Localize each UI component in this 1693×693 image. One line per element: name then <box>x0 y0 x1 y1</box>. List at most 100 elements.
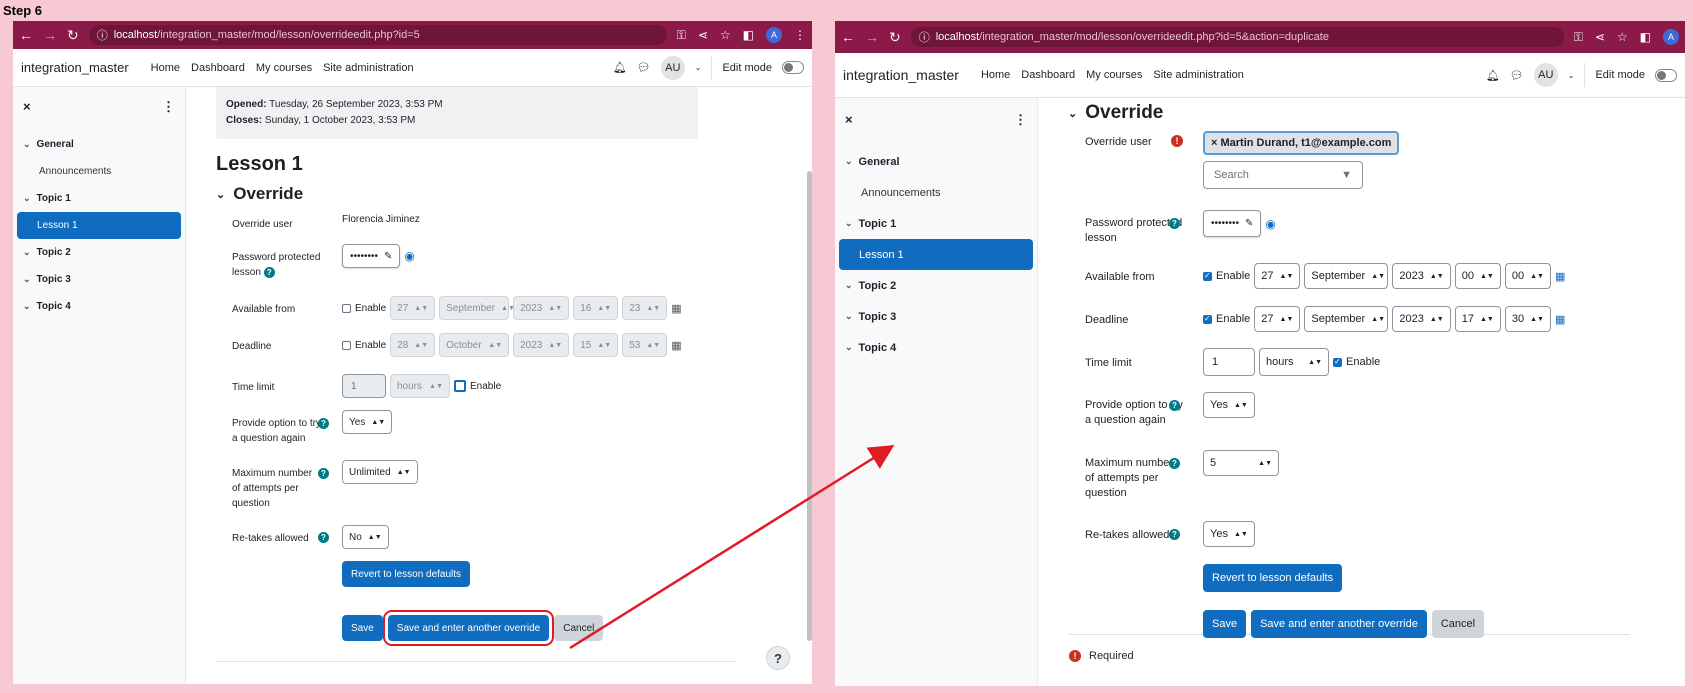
drawer-item-lesson-1[interactable]: Lesson 1 <box>839 239 1033 270</box>
reveal-password-icon[interactable]: ◉ <box>1265 217 1275 231</box>
deadline-enable-checkbox[interactable] <box>342 340 351 350</box>
max-attempts-select[interactable]: Unlimited ▲▼ <box>342 460 418 484</box>
time-limit-input[interactable]: 1 <box>1203 348 1255 376</box>
deadline-minute-select[interactable]: 53 ▲▼ <box>622 333 668 357</box>
drawer-section-general[interactable]: ⌄ General <box>13 131 185 158</box>
revert-defaults-button[interactable]: Revert to lesson defaults <box>342 561 471 587</box>
sidepanel-icon[interactable]: ◧ <box>1640 30 1651 44</box>
available-year-select[interactable]: 2023 ▲▼ <box>1392 263 1451 289</box>
available-day-select[interactable]: 27 ▲▼ <box>390 296 436 320</box>
time-limit-enable-checkbox[interactable] <box>1333 357 1342 367</box>
drawer-options-icon[interactable]: ⋮ <box>1014 112 1027 128</box>
nav-dashboard[interactable]: Dashboard <box>1021 69 1075 81</box>
edit-mode-toggle[interactable] <box>782 61 804 74</box>
deadline-day-select[interactable]: 28 ▲▼ <box>390 333 436 357</box>
key-icon[interactable]: ⚿ <box>677 28 686 43</box>
calendar-icon[interactable]: ▦ <box>671 302 681 315</box>
chevron-down-icon[interactable]: ⌄ <box>695 63 702 72</box>
available-minute-select[interactable]: 23 ▲▼ <box>622 296 668 320</box>
save-button[interactable]: Save <box>1203 610 1247 638</box>
deadline-year-select[interactable]: 2023 ▲▼ <box>513 333 570 357</box>
site-brand[interactable]: integration_master <box>843 67 959 83</box>
pencil-icon[interactable]: ✎ <box>384 251 392 262</box>
revert-defaults-button[interactable]: Revert to lesson defaults <box>1203 564 1343 592</box>
retakes-select[interactable]: Yes ▲▼ <box>1203 521 1255 547</box>
address-bar[interactable]: ⓘ localhost/integration_master/mod/lesso… <box>88 25 667 45</box>
drawer-section-topic-3[interactable]: ⌄ Topic 3 <box>13 266 185 293</box>
pencil-icon[interactable]: ✎ <box>1245 218 1253 229</box>
deadline-day-select[interactable]: 27 ▲▼ <box>1254 306 1301 332</box>
help-icon[interactable]: ? <box>1169 218 1180 229</box>
notification-bell-icon[interactable]: 🔔︎ <box>613 61 627 74</box>
nav-home[interactable]: Home <box>981 69 1010 81</box>
available-day-select[interactable]: 27 ▲▼ <box>1254 263 1301 289</box>
close-drawer-icon[interactable]: × <box>845 112 853 128</box>
override-section-header[interactable]: ⌄ Override <box>1068 102 1628 124</box>
key-icon[interactable]: ⚿ <box>1574 30 1583 45</box>
selected-user-chip[interactable]: × Martin Durand, t1@example.com <box>1203 131 1400 155</box>
cancel-button[interactable]: Cancel <box>554 615 604 641</box>
user-avatar[interactable]: AU <box>660 55 685 80</box>
reload-icon[interactable]: ↻ <box>67 27 79 44</box>
available-year-select[interactable]: 2023 ▲▼ <box>513 296 570 320</box>
password-field[interactable]: •••••••• ✎ <box>342 244 401 268</box>
drawer-section-topic-4[interactable]: ⌄ Topic 4 <box>835 332 1037 363</box>
deadline-hour-select[interactable]: 15 ▲▼ <box>573 333 619 357</box>
drawer-section-topic-2[interactable]: ⌄ Topic 2 <box>835 270 1037 301</box>
chevron-down-icon[interactable]: ⌄ <box>1568 71 1575 80</box>
back-icon[interactable]: ← <box>841 29 855 46</box>
nav-my-courses[interactable]: My courses <box>1086 69 1142 81</box>
override-section-header[interactable]: ⌄ Override <box>216 184 746 204</box>
address-bar[interactable]: ⓘ localhost/integration_master/mod/lesso… <box>910 27 1564 47</box>
drawer-section-topic-3[interactable]: ⌄ Topic 3 <box>835 301 1037 332</box>
forward-icon[interactable]: → <box>865 29 879 46</box>
share-icon[interactable]: ⋖ <box>698 28 708 42</box>
profile-icon[interactable]: A <box>1663 29 1679 45</box>
nav-my-courses[interactable]: My courses <box>256 62 312 74</box>
reload-icon[interactable]: ↻ <box>889 29 901 46</box>
deadline-year-select[interactable]: 2023 ▲▼ <box>1392 306 1451 332</box>
retakes-select[interactable]: No ▲▼ <box>342 525 389 549</box>
messages-icon[interactable]: 💬︎ <box>1510 69 1524 82</box>
drawer-section-topic-2[interactable]: ⌄ Topic 2 <box>13 239 185 266</box>
save-and-enter-another-button[interactable]: Save and enter another override <box>382 610 555 646</box>
time-limit-input[interactable]: 1 <box>342 374 386 398</box>
time-limit-unit-select[interactable]: hours ▲▼ <box>390 374 450 398</box>
try-again-select[interactable]: Yes ▲▼ <box>1203 392 1255 418</box>
calendar-icon[interactable]: ▦ <box>1555 270 1565 283</box>
drawer-section-topic-1[interactable]: ⌄ Topic 1 <box>835 208 1037 239</box>
time-limit-unit-select[interactable]: hours ▲▼ <box>1259 348 1329 376</box>
drawer-section-topic-1[interactable]: ⌄ Topic 1 <box>13 185 185 212</box>
forward-icon[interactable]: → <box>43 27 57 44</box>
drawer-options-icon[interactable]: ⋮ <box>162 99 175 115</box>
site-info-icon[interactable]: ⓘ <box>919 29 930 45</box>
password-field[interactable]: •••••••• ✎ <box>1203 210 1262 237</box>
available-hour-select[interactable]: 16 ▲▼ <box>573 296 619 320</box>
help-icon[interactable]: ? <box>1169 529 1180 540</box>
kebab-menu-icon[interactable]: ⋮ <box>794 28 806 42</box>
help-icon[interactable]: ? <box>318 418 329 429</box>
drawer-item-announcements[interactable]: Announcements <box>13 158 185 185</box>
nav-dashboard[interactable]: Dashboard <box>191 62 245 74</box>
available-month-select[interactable]: September ▲▼ <box>439 296 515 320</box>
help-icon[interactable]: ? <box>318 532 329 543</box>
nav-site-administration[interactable]: Site administration <box>323 62 414 74</box>
messages-icon[interactable]: 💬︎ <box>637 61 651 74</box>
drawer-item-lesson-1[interactable]: Lesson 1 <box>17 212 181 239</box>
user-avatar[interactable]: AU <box>1533 63 1558 87</box>
available-enable-checkbox[interactable] <box>1203 271 1212 281</box>
user-search-select[interactable]: Search ▼ <box>1203 161 1363 189</box>
deadline-hour-select[interactable]: 17 ▲▼ <box>1454 306 1501 332</box>
deadline-enable-checkbox[interactable] <box>1203 314 1212 324</box>
page-scrollbar[interactable] <box>807 171 812 641</box>
time-limit-enable-checkbox[interactable] <box>454 380 466 392</box>
reveal-password-icon[interactable]: ◉ <box>404 249 414 263</box>
share-icon[interactable]: ⋖ <box>1595 30 1605 44</box>
back-icon[interactable]: ← <box>19 27 33 44</box>
star-icon[interactable]: ☆ <box>1617 30 1628 44</box>
save-and-enter-another-button[interactable]: Save and enter another override <box>1251 610 1427 638</box>
site-info-icon[interactable]: ⓘ <box>97 27 108 43</box>
deadline-month-select[interactable]: October ▲▼ <box>439 333 510 357</box>
edit-mode-toggle[interactable] <box>1655 68 1677 82</box>
help-fab-button[interactable]: ? <box>766 646 790 670</box>
